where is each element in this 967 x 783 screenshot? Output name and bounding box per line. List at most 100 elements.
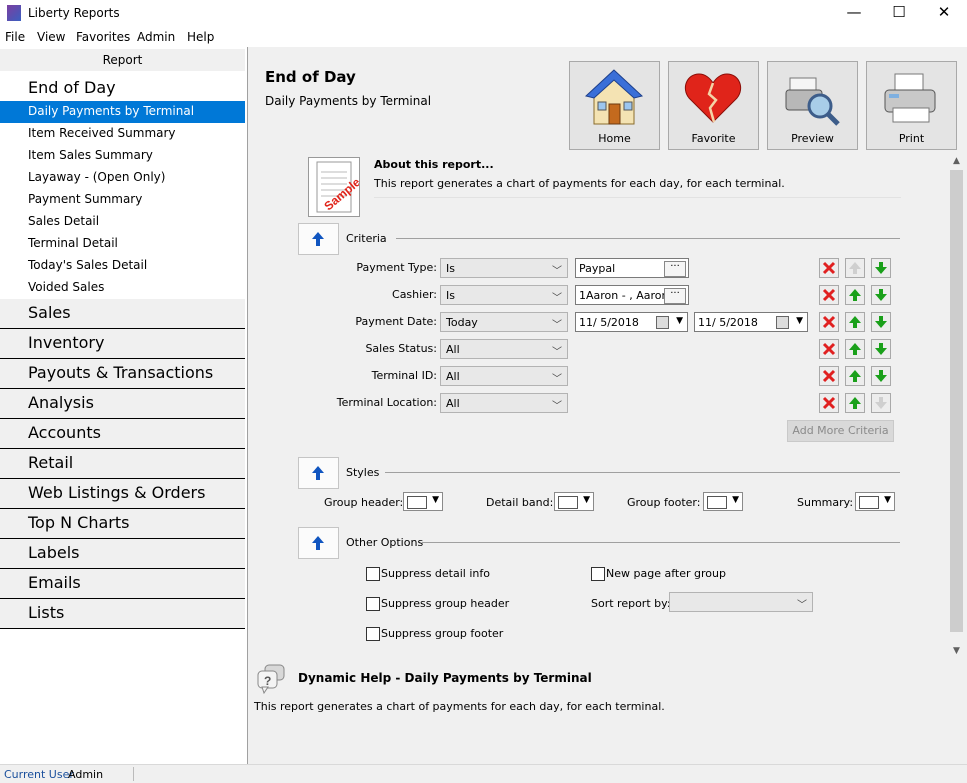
print-button[interactable]: Print <box>866 61 957 150</box>
down-arrow-icon <box>875 316 887 328</box>
chevron-down-icon: ﹀ <box>552 293 562 304</box>
suppress-detail-checkbox[interactable] <box>366 567 380 581</box>
report-item-sales-detail[interactable]: Sales Detail <box>0 211 245 233</box>
report-item-todays-sales[interactable]: Today's Sales Detail <box>0 255 245 277</box>
move-up-button[interactable] <box>845 339 865 359</box>
report-item-voided-sales[interactable]: Voided Sales <box>0 277 245 299</box>
up-arrow-icon <box>849 289 861 301</box>
date-from-picker[interactable]: 11/ 5/2018 ▼ <box>575 312 688 332</box>
sort-report-by-select[interactable]: ﹀ <box>669 592 813 612</box>
dynamic-help-text: This report generates a chart of payment… <box>254 700 665 713</box>
date-to-picker[interactable]: 11/ 5/2018 ▼ <box>694 312 808 332</box>
move-up-button[interactable] <box>845 393 865 413</box>
group-header-color-picker[interactable]: ▼ <box>403 492 443 511</box>
scroll-down-arrow-icon[interactable]: ▼ <box>948 644 965 658</box>
payment-date-operator-select[interactable]: Today ﹀ <box>440 312 568 332</box>
scroll-up-arrow-icon[interactable]: ▲ <box>948 154 965 168</box>
styles-collapse-button[interactable] <box>298 457 339 489</box>
print-preview-icon <box>785 77 840 126</box>
move-up-button[interactable] <box>845 312 865 332</box>
category-labels[interactable]: Labels <box>0 539 245 569</box>
preview-button[interactable]: Preview <box>767 61 858 150</box>
ellipsis-lookup-button[interactable]: ··· <box>664 261 686 277</box>
category-inventory[interactable]: Inventory <box>0 329 245 359</box>
up-arrow-icon <box>312 466 324 480</box>
remove-criteria-button[interactable] <box>819 312 839 332</box>
chevron-down-icon: ﹀ <box>552 320 562 331</box>
about-title: About this report... <box>374 158 494 171</box>
category-sales[interactable]: Sales <box>0 299 245 329</box>
home-button[interactable]: Home <box>569 61 660 150</box>
menu-admin[interactable]: Admin <box>137 30 175 44</box>
payment-type-label: Payment Type: <box>356 261 437 274</box>
add-more-criteria-button[interactable]: Add More Criteria <box>787 420 894 442</box>
menu-view[interactable]: View <box>37 30 65 44</box>
close-button[interactable]: ✕ <box>921 0 967 27</box>
remove-criteria-button[interactable] <box>819 393 839 413</box>
criteria-collapse-button[interactable] <box>298 223 339 255</box>
move-down-button[interactable] <box>871 285 891 305</box>
options-collapse-button[interactable] <box>298 527 339 559</box>
category-retail[interactable]: Retail <box>0 449 245 479</box>
group-footer-color-picker[interactable]: ▼ <box>703 492 743 511</box>
report-item-item-received[interactable]: Item Received Summary <box>0 123 245 145</box>
category-lists[interactable]: Lists <box>0 599 245 629</box>
menu-file[interactable]: File <box>5 30 25 44</box>
suppress-group-header-label: Suppress group header <box>381 597 510 610</box>
dropdown-arrow-icon: ▼ <box>796 316 803 326</box>
ellipsis-lookup-button[interactable]: ··· <box>664 288 686 304</box>
scrollbar-thumb[interactable] <box>950 170 963 632</box>
summary-color-picker[interactable]: ▼ <box>855 492 895 511</box>
menu-favorites[interactable]: Favorites <box>76 30 130 44</box>
cashier-operator-select[interactable]: Is ﹀ <box>440 285 568 305</box>
category-payouts[interactable]: Payouts & Transactions <box>0 359 245 389</box>
terminal-id-select[interactable]: All ﹀ <box>440 366 568 386</box>
payment-type-value-field[interactable]: Paypal ··· <box>575 258 689 278</box>
category-emails[interactable]: Emails <box>0 569 245 599</box>
terminal-location-select[interactable]: All ﹀ <box>440 393 568 413</box>
remove-criteria-button[interactable] <box>819 366 839 386</box>
move-up-button[interactable] <box>845 285 865 305</box>
down-arrow-icon <box>875 343 887 355</box>
page-title: End of Day <box>265 68 356 86</box>
home-label: Home <box>598 132 631 145</box>
move-down-button[interactable] <box>871 339 891 359</box>
delete-x-icon <box>822 261 836 275</box>
maximize-button[interactable]: ☐ <box>876 0 922 27</box>
delete-x-icon <box>822 315 836 329</box>
remove-criteria-button[interactable] <box>819 339 839 359</box>
suppress-group-header-checkbox[interactable] <box>366 597 380 611</box>
category-web-listings[interactable]: Web Listings & Orders <box>0 479 245 509</box>
minimize-button[interactable]: — <box>831 0 877 27</box>
down-arrow-icon <box>875 262 887 274</box>
favorite-button[interactable]: Favorite <box>668 61 759 150</box>
category-end-of-day[interactable]: End of Day <box>0 74 245 103</box>
menu-help[interactable]: Help <box>187 30 214 44</box>
report-item-item-sales[interactable]: Item Sales Summary <box>0 145 245 167</box>
remove-criteria-button[interactable] <box>819 285 839 305</box>
summary-label: Summary: <box>797 496 854 509</box>
move-down-button[interactable] <box>871 312 891 332</box>
cashier-value-field[interactable]: 1Aaron - , Aaron ··· <box>575 285 689 305</box>
category-top-n-charts[interactable]: Top N Charts <box>0 509 245 539</box>
remove-criteria-button[interactable] <box>819 258 839 278</box>
move-up-button[interactable] <box>845 258 865 278</box>
move-up-button[interactable] <box>845 366 865 386</box>
new-page-after-group-checkbox[interactable] <box>591 567 605 581</box>
move-down-button[interactable] <box>871 366 891 386</box>
report-item-terminal-detail[interactable]: Terminal Detail <box>0 233 245 255</box>
cashier-label: Cashier: <box>392 288 437 301</box>
report-item-payment-summary[interactable]: Payment Summary <box>0 189 245 211</box>
sales-status-select[interactable]: All ﹀ <box>440 339 568 359</box>
category-analysis[interactable]: Analysis <box>0 389 245 419</box>
payment-date-label: Payment Date: <box>355 315 437 328</box>
move-down-button[interactable] <box>871 393 891 413</box>
payment-type-operator-select[interactable]: Is ﹀ <box>440 258 568 278</box>
report-item-daily-payments[interactable]: Daily Payments by Terminal <box>0 101 245 123</box>
styles-label: Styles <box>346 466 380 479</box>
category-accounts[interactable]: Accounts <box>0 419 245 449</box>
report-item-layaway[interactable]: Layaway - (Open Only) <box>0 167 245 189</box>
detail-band-color-picker[interactable]: ▼ <box>554 492 594 511</box>
suppress-group-footer-checkbox[interactable] <box>366 627 380 641</box>
move-down-button[interactable] <box>871 258 891 278</box>
